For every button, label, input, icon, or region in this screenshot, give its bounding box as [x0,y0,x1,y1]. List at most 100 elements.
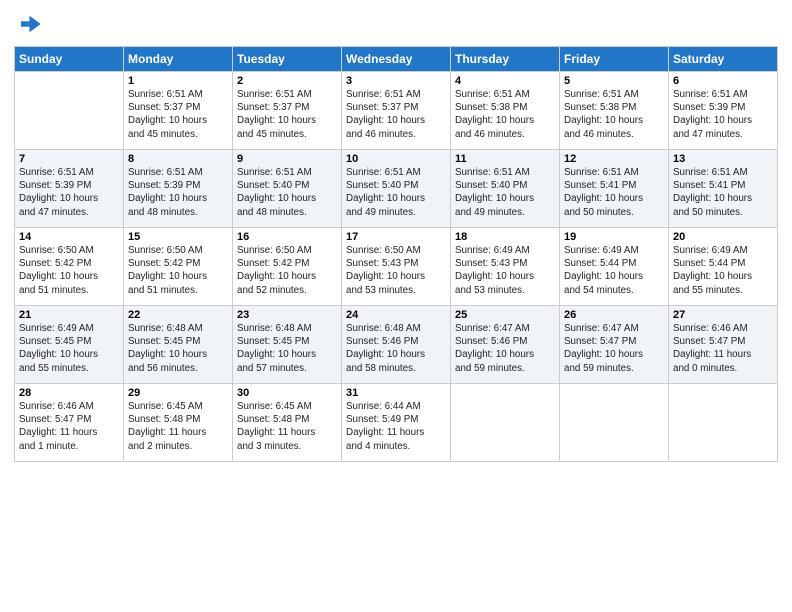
column-header-wednesday: Wednesday [342,47,451,72]
day-info: Sunrise: 6:51 AM Sunset: 5:39 PM Dayligh… [673,88,773,141]
day-number: 1 [128,75,228,87]
calendar-cell: 20Sunrise: 6:49 AM Sunset: 5:44 PM Dayli… [669,228,778,306]
day-info: Sunrise: 6:51 AM Sunset: 5:37 PM Dayligh… [346,88,446,141]
calendar-cell: 5Sunrise: 6:51 AM Sunset: 5:38 PM Daylig… [560,72,669,150]
day-info: Sunrise: 6:46 AM Sunset: 5:47 PM Dayligh… [19,400,119,453]
day-info: Sunrise: 6:47 AM Sunset: 5:46 PM Dayligh… [455,322,555,375]
day-number: 22 [128,309,228,321]
page-header [14,10,778,38]
column-header-saturday: Saturday [669,47,778,72]
day-number: 24 [346,309,446,321]
day-number: 31 [346,387,446,399]
day-info: Sunrise: 6:49 AM Sunset: 5:44 PM Dayligh… [564,244,664,297]
calendar-cell: 26Sunrise: 6:47 AM Sunset: 5:47 PM Dayli… [560,306,669,384]
day-number: 14 [19,231,119,243]
day-info: Sunrise: 6:50 AM Sunset: 5:42 PM Dayligh… [128,244,228,297]
day-number: 9 [237,153,337,165]
calendar-cell: 1Sunrise: 6:51 AM Sunset: 5:37 PM Daylig… [124,72,233,150]
calendar-cell: 14Sunrise: 6:50 AM Sunset: 5:42 PM Dayli… [15,228,124,306]
day-info: Sunrise: 6:50 AM Sunset: 5:42 PM Dayligh… [237,244,337,297]
day-info: Sunrise: 6:44 AM Sunset: 5:49 PM Dayligh… [346,400,446,453]
day-number: 16 [237,231,337,243]
calendar-cell: 10Sunrise: 6:51 AM Sunset: 5:40 PM Dayli… [342,150,451,228]
calendar-cell: 8Sunrise: 6:51 AM Sunset: 5:39 PM Daylig… [124,150,233,228]
calendar-cell: 9Sunrise: 6:51 AM Sunset: 5:40 PM Daylig… [233,150,342,228]
day-info: Sunrise: 6:51 AM Sunset: 5:40 PM Dayligh… [455,166,555,219]
day-info: Sunrise: 6:48 AM Sunset: 5:46 PM Dayligh… [346,322,446,375]
day-info: Sunrise: 6:48 AM Sunset: 5:45 PM Dayligh… [237,322,337,375]
calendar-cell: 18Sunrise: 6:49 AM Sunset: 5:43 PM Dayli… [451,228,560,306]
day-info: Sunrise: 6:49 AM Sunset: 5:43 PM Dayligh… [455,244,555,297]
calendar-cell [669,384,778,462]
day-number: 10 [346,153,446,165]
day-number: 23 [237,309,337,321]
calendar-cell [15,72,124,150]
day-info: Sunrise: 6:51 AM Sunset: 5:40 PM Dayligh… [237,166,337,219]
column-header-sunday: Sunday [15,47,124,72]
day-info: Sunrise: 6:51 AM Sunset: 5:38 PM Dayligh… [455,88,555,141]
day-number: 21 [19,309,119,321]
day-number: 8 [128,153,228,165]
calendar-cell: 2Sunrise: 6:51 AM Sunset: 5:37 PM Daylig… [233,72,342,150]
day-number: 13 [673,153,773,165]
day-number: 7 [19,153,119,165]
calendar-cell: 25Sunrise: 6:47 AM Sunset: 5:46 PM Dayli… [451,306,560,384]
logo-icon [14,10,42,38]
day-number: 2 [237,75,337,87]
column-header-monday: Monday [124,47,233,72]
day-number: 29 [128,387,228,399]
calendar-cell: 16Sunrise: 6:50 AM Sunset: 5:42 PM Dayli… [233,228,342,306]
day-info: Sunrise: 6:51 AM Sunset: 5:38 PM Dayligh… [564,88,664,141]
day-info: Sunrise: 6:51 AM Sunset: 5:40 PM Dayligh… [346,166,446,219]
calendar-cell: 13Sunrise: 6:51 AM Sunset: 5:41 PM Dayli… [669,150,778,228]
calendar-cell [451,384,560,462]
calendar-week-5: 28Sunrise: 6:46 AM Sunset: 5:47 PM Dayli… [15,384,778,462]
day-info: Sunrise: 6:48 AM Sunset: 5:45 PM Dayligh… [128,322,228,375]
calendar-week-3: 14Sunrise: 6:50 AM Sunset: 5:42 PM Dayli… [15,228,778,306]
calendar-cell: 23Sunrise: 6:48 AM Sunset: 5:45 PM Dayli… [233,306,342,384]
calendar-header-row: SundayMondayTuesdayWednesdayThursdayFrid… [15,47,778,72]
day-number: 20 [673,231,773,243]
calendar-cell: 19Sunrise: 6:49 AM Sunset: 5:44 PM Dayli… [560,228,669,306]
calendar-week-2: 7Sunrise: 6:51 AM Sunset: 5:39 PM Daylig… [15,150,778,228]
calendar-cell: 28Sunrise: 6:46 AM Sunset: 5:47 PM Dayli… [15,384,124,462]
day-info: Sunrise: 6:51 AM Sunset: 5:39 PM Dayligh… [19,166,119,219]
calendar-cell: 24Sunrise: 6:48 AM Sunset: 5:46 PM Dayli… [342,306,451,384]
day-number: 25 [455,309,555,321]
calendar-cell: 31Sunrise: 6:44 AM Sunset: 5:49 PM Dayli… [342,384,451,462]
day-info: Sunrise: 6:50 AM Sunset: 5:42 PM Dayligh… [19,244,119,297]
day-info: Sunrise: 6:45 AM Sunset: 5:48 PM Dayligh… [237,400,337,453]
day-info: Sunrise: 6:51 AM Sunset: 5:37 PM Dayligh… [237,88,337,141]
calendar-cell: 15Sunrise: 6:50 AM Sunset: 5:42 PM Dayli… [124,228,233,306]
day-info: Sunrise: 6:50 AM Sunset: 5:43 PM Dayligh… [346,244,446,297]
calendar-cell: 17Sunrise: 6:50 AM Sunset: 5:43 PM Dayli… [342,228,451,306]
calendar-cell: 21Sunrise: 6:49 AM Sunset: 5:45 PM Dayli… [15,306,124,384]
day-number: 30 [237,387,337,399]
calendar-container: SundayMondayTuesdayWednesdayThursdayFrid… [0,0,792,612]
day-number: 18 [455,231,555,243]
day-info: Sunrise: 6:49 AM Sunset: 5:45 PM Dayligh… [19,322,119,375]
calendar-cell: 29Sunrise: 6:45 AM Sunset: 5:48 PM Dayli… [124,384,233,462]
day-info: Sunrise: 6:47 AM Sunset: 5:47 PM Dayligh… [564,322,664,375]
day-number: 26 [564,309,664,321]
calendar-cell: 4Sunrise: 6:51 AM Sunset: 5:38 PM Daylig… [451,72,560,150]
day-info: Sunrise: 6:51 AM Sunset: 5:41 PM Dayligh… [673,166,773,219]
day-number: 5 [564,75,664,87]
day-info: Sunrise: 6:46 AM Sunset: 5:47 PM Dayligh… [673,322,773,375]
calendar-cell: 30Sunrise: 6:45 AM Sunset: 5:48 PM Dayli… [233,384,342,462]
day-info: Sunrise: 6:51 AM Sunset: 5:41 PM Dayligh… [564,166,664,219]
calendar-cell: 3Sunrise: 6:51 AM Sunset: 5:37 PM Daylig… [342,72,451,150]
calendar-cell: 6Sunrise: 6:51 AM Sunset: 5:39 PM Daylig… [669,72,778,150]
day-number: 19 [564,231,664,243]
day-number: 28 [19,387,119,399]
day-number: 15 [128,231,228,243]
calendar-cell: 11Sunrise: 6:51 AM Sunset: 5:40 PM Dayli… [451,150,560,228]
day-info: Sunrise: 6:45 AM Sunset: 5:48 PM Dayligh… [128,400,228,453]
day-number: 3 [346,75,446,87]
calendar-cell: 22Sunrise: 6:48 AM Sunset: 5:45 PM Dayli… [124,306,233,384]
logo [14,10,44,38]
column-header-thursday: Thursday [451,47,560,72]
calendar-table: SundayMondayTuesdayWednesdayThursdayFrid… [14,46,778,462]
day-info: Sunrise: 6:51 AM Sunset: 5:37 PM Dayligh… [128,88,228,141]
day-info: Sunrise: 6:51 AM Sunset: 5:39 PM Dayligh… [128,166,228,219]
